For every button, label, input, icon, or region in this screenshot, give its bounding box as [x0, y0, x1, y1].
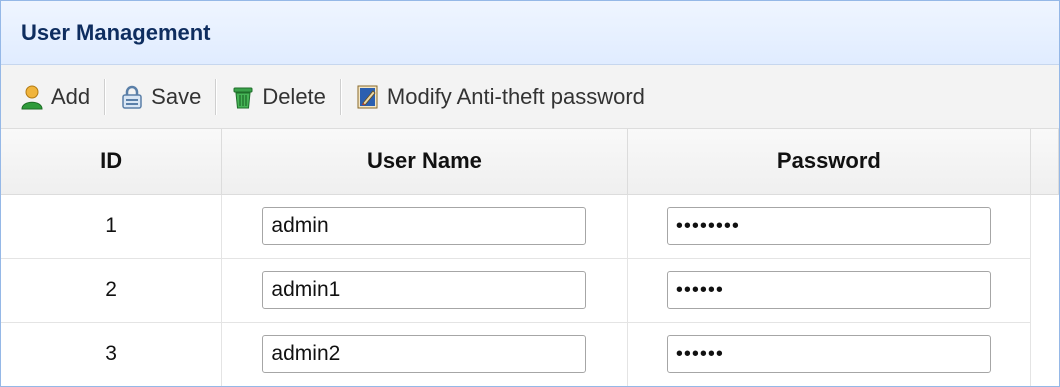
- toolbar-separator: [215, 78, 217, 115]
- toolbar-separator: [104, 78, 106, 115]
- cell-password: [627, 258, 1032, 323]
- trash-icon: [233, 87, 253, 108]
- column-header-filler: [1030, 129, 1059, 195]
- cell-filler: [1031, 258, 1059, 322]
- cell-id: 2: [1, 258, 223, 323]
- table-row[interactable]: 3: [1, 322, 1059, 386]
- panel-header: User Management: [1, 1, 1059, 65]
- password-input[interactable]: [666, 271, 991, 309]
- column-header-id[interactable]: ID: [1, 129, 223, 195]
- column-header-password[interactable]: Password: [627, 129, 1032, 195]
- panel-title: User Management: [21, 19, 211, 45]
- cell-id: 1: [1, 194, 223, 259]
- save-label: Save: [151, 83, 202, 109]
- delete-label: Delete: [262, 83, 326, 109]
- table-header-row: ID User Name Password: [1, 129, 1059, 195]
- add-button[interactable]: Add: [13, 77, 96, 117]
- user-add-icon: [21, 85, 43, 109]
- modify-label: Modify Anti-theft password: [386, 83, 645, 109]
- edit-document-icon: [357, 85, 378, 108]
- toolbar-separator: [339, 78, 341, 115]
- users-table: ID User Name Password 1 2: [1, 129, 1059, 386]
- table-row[interactable]: 1: [1, 194, 1059, 259]
- cell-user-name: [221, 258, 628, 323]
- save-button[interactable]: Save: [113, 77, 207, 117]
- lock-save-icon: [122, 85, 142, 109]
- password-input[interactable]: [666, 207, 991, 245]
- column-header-user-name[interactable]: User Name: [221, 129, 628, 195]
- cell-password: [627, 194, 1032, 259]
- cell-id: 3: [1, 322, 223, 386]
- toolbar: Add Save Delete Modify Anti-theft passwo…: [1, 65, 1059, 129]
- user-name-input[interactable]: [262, 207, 587, 245]
- cell-user-name: [221, 194, 628, 259]
- cell-filler: [1031, 322, 1059, 386]
- delete-button[interactable]: Delete: [224, 77, 332, 117]
- user-name-input[interactable]: [262, 271, 587, 309]
- add-label: Add: [51, 83, 91, 109]
- user-name-input[interactable]: [262, 335, 587, 373]
- cell-password: [627, 322, 1032, 386]
- password-input[interactable]: [666, 335, 991, 373]
- table-row[interactable]: 2: [1, 258, 1059, 323]
- modify-anti-theft-password-button[interactable]: Modify Anti-theft password: [349, 77, 651, 117]
- user-management-panel: User Management Add Save Delete Modify A…: [0, 0, 1060, 387]
- cell-user-name: [221, 322, 628, 386]
- cell-filler: [1031, 194, 1059, 258]
